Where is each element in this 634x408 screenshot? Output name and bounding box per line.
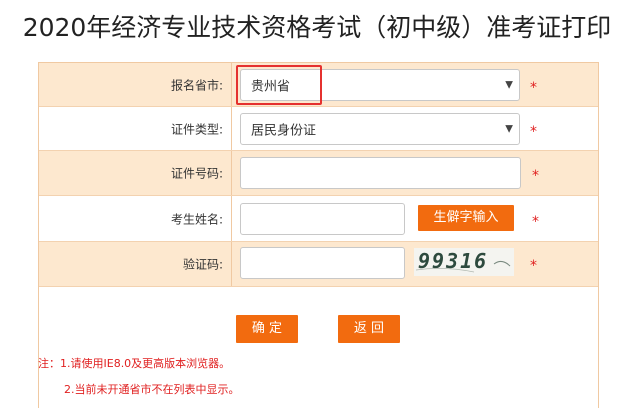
province-required-mark: * (530, 80, 537, 96)
id-type-select-value: 居民身份证 (251, 123, 317, 139)
captcha-image[interactable]: 99316 (414, 248, 514, 276)
note-line-2: 2.当前未开通省市不在列表中显示。 (64, 383, 240, 396)
note-line-1: 注：1.请使用IE8.0及更高版本浏览器。 (38, 357, 231, 370)
id-number-input[interactable] (240, 157, 521, 189)
id-type-label: 证件类型: (170, 122, 223, 136)
chevron-down-icon: ▼ (505, 123, 513, 135)
province-highlight-box (236, 65, 322, 105)
id-number-label: 证件号码: (170, 166, 223, 181)
back-button[interactable]: 返 回 (338, 315, 400, 343)
name-label: 考生姓名: (170, 212, 223, 226)
captcha-label: 验证码: (182, 257, 223, 272)
id-type-select[interactable]: 居民身份证 ▼ (240, 113, 520, 145)
rare-char-input-button[interactable]: 生僻字输入 (418, 205, 514, 231)
province-label: 报名省市: (170, 78, 223, 92)
captcha-input[interactable] (240, 247, 405, 279)
id-number-required-mark: * (532, 168, 539, 184)
name-required-mark: * (532, 214, 539, 230)
id-type-required-mark: * (530, 124, 537, 140)
divider (39, 286, 598, 287)
captcha-required-mark: * (530, 258, 537, 274)
captcha-noise-icon (415, 260, 511, 273)
name-input[interactable] (240, 203, 405, 235)
confirm-button[interactable]: 确 定 (236, 315, 298, 343)
page-title: 2020年经济专业技术资格考试（初中级）准考证打印 (22, 13, 612, 42)
notes: 注：1.请使用IE8.0及更高版本浏览器。 2.当前未开通省市不在列表中显示。 (38, 346, 599, 408)
chevron-down-icon: ▼ (505, 79, 513, 91)
